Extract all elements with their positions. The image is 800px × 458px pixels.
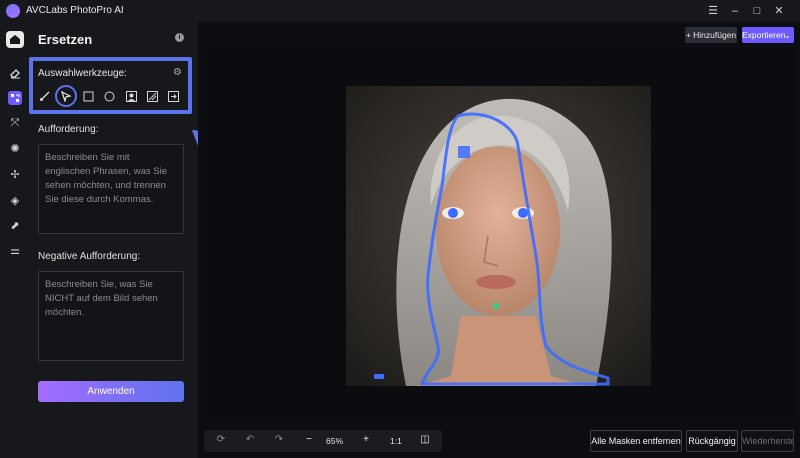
ellipse-select-icon[interactable] (102, 89, 116, 103)
selection-tools-label: Auswahlwerkzeuge: (38, 68, 127, 79)
apply-button[interactable]: Anwenden (38, 381, 184, 402)
export-button[interactable]: Exportieren ⌄ (742, 27, 794, 43)
menu-icon[interactable]: ☰ (704, 3, 722, 19)
export-label: Exportieren (742, 30, 786, 40)
reset-icon[interactable]: ⟳ (214, 434, 228, 445)
chevron-down-icon[interactable]: ⌄ (784, 27, 791, 43)
zoom-level: 65% (326, 436, 344, 446)
invert-select-icon[interactable] (145, 89, 159, 103)
person-select-icon[interactable] (124, 89, 138, 103)
selection-tools-highlight (29, 57, 192, 114)
compare-icon[interactable]: ◫ (418, 434, 432, 445)
negative-prompt-input[interactable]: Beschreiben Sie, was Sie NICHT auf dem B… (38, 271, 184, 361)
gear-icon[interactable]: ⚙ (173, 67, 182, 78)
minimize-icon[interactable]: – (726, 3, 744, 19)
negative-prompt-label: Negative Aufforderung: (38, 251, 141, 262)
cursor-select-icon[interactable] (59, 89, 73, 103)
undo-button[interactable]: Rückgängig (686, 430, 738, 452)
replace-icon[interactable] (8, 91, 22, 105)
prompt-label: Aufforderung: (38, 124, 99, 135)
app-title: AVCLabs PhotoPro AI (26, 5, 124, 16)
close-icon[interactable]: ✕ (770, 3, 788, 19)
zoom-in-icon[interactable]: + (359, 434, 373, 445)
maximize-icon[interactable]: □ (748, 3, 766, 19)
portrait-icon[interactable]: ✺ (7, 140, 23, 156)
remove-all-masks-button[interactable]: Alle Masken entfernen (590, 430, 682, 452)
upscale-icon[interactable]: ⬈ (7, 217, 23, 233)
portrait-image[interactable] (346, 86, 651, 386)
tool-rail (0, 22, 30, 458)
enhance-icon[interactable]: ✢ (7, 166, 23, 182)
panel-title: Ersetzen (38, 32, 93, 47)
prompt-input[interactable]: Beschreiben Sie mit englischen Phrasen, … (38, 144, 184, 234)
zoom-out-icon[interactable]: − (302, 434, 316, 445)
add-button[interactable]: + Hinzufügen (685, 27, 737, 43)
import-mask-icon[interactable] (166, 89, 180, 103)
adjust-icon[interactable]: ⚌ (7, 242, 23, 258)
rectangle-select-icon[interactable] (81, 89, 95, 103)
home-icon[interactable] (6, 31, 24, 48)
zoom-toolbar (204, 430, 442, 452)
prompt-placeholder: Beschreiben Sie mit englischen Phrasen, … (45, 152, 167, 205)
brush-icon[interactable] (38, 89, 52, 103)
eraser-icon[interactable] (7, 65, 23, 81)
redo-arrow-icon[interactable]: ↷ (272, 434, 286, 445)
app-logo-icon (6, 4, 20, 18)
undo-arrow-icon[interactable]: ↶ (243, 434, 257, 445)
actual-size-button[interactable]: 1:1 (390, 436, 402, 446)
negative-prompt-placeholder: Beschreiben Sie, was Sie NICHT auf dem B… (45, 279, 158, 318)
expand-icon[interactable]: ⤧ (7, 115, 23, 131)
fill-bucket-icon[interactable]: ◈ (7, 192, 23, 208)
info-icon[interactable]: i (175, 33, 184, 42)
restore-button[interactable]: Wiederherstellen (741, 430, 794, 452)
